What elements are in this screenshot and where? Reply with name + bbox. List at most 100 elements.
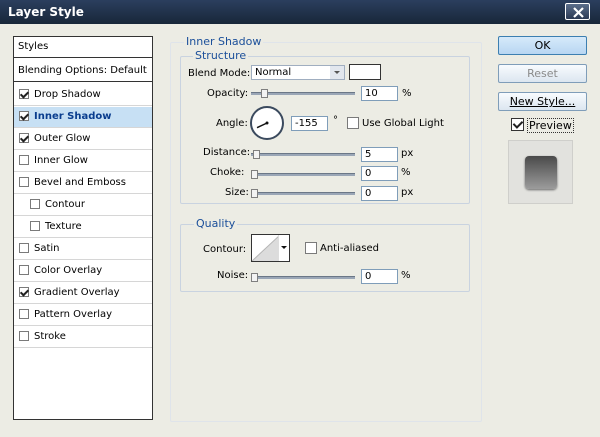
style-item-label: Color Overlay <box>34 265 103 276</box>
preview-swatch <box>508 140 573 204</box>
distance-unit: px <box>401 148 414 159</box>
opacity-slider-thumb[interactable] <box>260 89 268 98</box>
styles-header-label: Styles <box>18 41 49 52</box>
style-item-label: Inner Glow <box>34 155 88 166</box>
noise-label: Noise: <box>217 270 249 281</box>
opacity-unit: % <box>402 88 412 99</box>
style-item-label: Outer Glow <box>34 133 91 144</box>
preview-label[interactable]: Preview <box>527 118 574 133</box>
style-item-drop-shadow[interactable]: Drop Shadow <box>14 85 152 106</box>
style-item-label: Contour <box>45 199 85 210</box>
noise-unit: % <box>401 270 411 281</box>
choke-unit: % <box>401 167 411 178</box>
contour-curve-icon <box>252 235 280 261</box>
styles-list: Styles Blending Options: Default Drop Sh… <box>13 36 153 420</box>
size-input[interactable]: 0 <box>361 186 398 201</box>
style-item-checkbox[interactable] <box>19 331 29 341</box>
blending-options-item[interactable]: Blending Options: Default <box>14 61 152 82</box>
style-item-label: Stroke <box>34 331 66 342</box>
anti-aliased-checkbox[interactable] <box>305 242 317 254</box>
angle-unit: ° <box>333 115 338 126</box>
angle-dial[interactable] <box>250 106 284 140</box>
style-item-label: Pattern Overlay <box>34 309 113 320</box>
close-icon <box>573 7 584 18</box>
size-label: Size: <box>225 187 249 198</box>
style-item-stroke[interactable]: Stroke <box>14 327 152 348</box>
size-unit: px <box>401 187 414 198</box>
blend-mode-value: Normal <box>255 67 292 78</box>
style-item-label: Gradient Overlay <box>34 287 120 298</box>
use-global-light-label: Use Global Light <box>362 118 444 129</box>
style-item-checkbox[interactable] <box>19 155 29 165</box>
close-button[interactable] <box>565 3 590 20</box>
blend-mode-label: Blend Mode: <box>188 68 251 79</box>
style-item-checkbox[interactable] <box>19 133 29 143</box>
style-item-checkbox[interactable] <box>19 265 29 275</box>
style-item-checkbox[interactable] <box>30 199 40 209</box>
style-item-checkbox[interactable] <box>19 111 29 121</box>
style-item-checkbox[interactable] <box>19 309 29 319</box>
style-item-color-overlay[interactable]: Color Overlay <box>14 261 152 282</box>
quality-title: Quality <box>194 217 238 230</box>
style-item-inner-glow[interactable]: Inner Glow <box>14 151 152 172</box>
anti-aliased-label: Anti-aliased <box>320 243 380 254</box>
noise-slider[interactable] <box>251 276 355 279</box>
style-item-checkbox[interactable] <box>19 89 29 99</box>
style-item-label: Drop Shadow <box>34 89 101 100</box>
style-item-checkbox[interactable] <box>19 177 29 187</box>
distance-label: Distance: <box>203 147 251 158</box>
styles-header[interactable]: Styles <box>14 37 152 58</box>
style-item-checkbox[interactable] <box>19 287 29 297</box>
style-item-label: Inner Shadow <box>34 111 112 122</box>
angle-input[interactable]: -155 <box>291 116 328 131</box>
inner-shadow-title: Inner Shadow <box>184 35 264 48</box>
style-item-pattern-overlay[interactable]: Pattern Overlay <box>14 305 152 326</box>
choke-slider-thumb[interactable] <box>251 170 258 179</box>
style-item-checkbox[interactable] <box>30 221 40 231</box>
distance-slider[interactable] <box>251 153 355 156</box>
distance-input[interactable]: 5 <box>361 147 398 162</box>
angle-dial-needle <box>256 121 269 129</box>
opacity-label: Opacity: <box>207 88 249 99</box>
style-item-outer-glow[interactable]: Outer Glow <box>14 129 152 150</box>
style-item-bevel-and-emboss[interactable]: Bevel and Emboss <box>14 173 152 194</box>
style-item-label: Satin <box>34 243 60 254</box>
title-bar: Layer Style <box>0 0 600 24</box>
style-item-satin[interactable]: Satin <box>14 239 152 260</box>
use-global-light-checkbox[interactable] <box>347 117 359 129</box>
style-item-checkbox[interactable] <box>19 243 29 253</box>
style-item-texture[interactable]: Texture <box>14 217 152 238</box>
noise-input[interactable]: 0 <box>361 269 398 284</box>
quality-group <box>180 224 470 292</box>
ok-button[interactable]: OK <box>498 36 587 55</box>
preview-checkbox[interactable] <box>511 118 524 131</box>
dialog-title: Layer Style <box>8 5 84 19</box>
new-style-button[interactable]: New Style... <box>498 92 587 111</box>
blending-options-label: Blending Options: Default <box>18 65 147 76</box>
contour-label: Contour: <box>203 244 247 255</box>
choke-label: Choke: <box>210 167 245 178</box>
chevron-down-icon <box>330 66 344 79</box>
style-item-contour[interactable]: Contour <box>14 195 152 216</box>
size-slider[interactable] <box>251 192 355 195</box>
preview-thumbnail <box>525 156 557 189</box>
distance-slider-thumb[interactable] <box>252 150 260 159</box>
style-item-inner-shadow[interactable]: Inner Shadow <box>14 107 152 128</box>
structure-title: Structure <box>193 49 249 62</box>
choke-slider[interactable] <box>251 173 355 176</box>
style-item-gradient-overlay[interactable]: Gradient Overlay <box>14 283 152 304</box>
noise-slider-thumb[interactable] <box>251 273 258 282</box>
chevron-down-icon[interactable] <box>278 235 289 261</box>
new-style-label: New Style... <box>509 95 576 108</box>
reset-button[interactable]: Reset <box>498 64 587 83</box>
contour-picker[interactable] <box>251 234 290 262</box>
style-item-label: Texture <box>45 221 82 232</box>
layer-style-dialog: Layer Style Styles Blending Options: Def… <box>0 0 600 437</box>
angle-label: Angle: <box>216 118 248 129</box>
shadow-color-swatch[interactable] <box>349 64 381 80</box>
blend-mode-select[interactable]: Normal <box>251 65 345 80</box>
size-slider-thumb[interactable] <box>251 189 258 198</box>
choke-input[interactable]: 0 <box>361 166 398 181</box>
opacity-input[interactable]: 10 <box>361 86 398 101</box>
style-item-label: Bevel and Emboss <box>34 177 126 188</box>
